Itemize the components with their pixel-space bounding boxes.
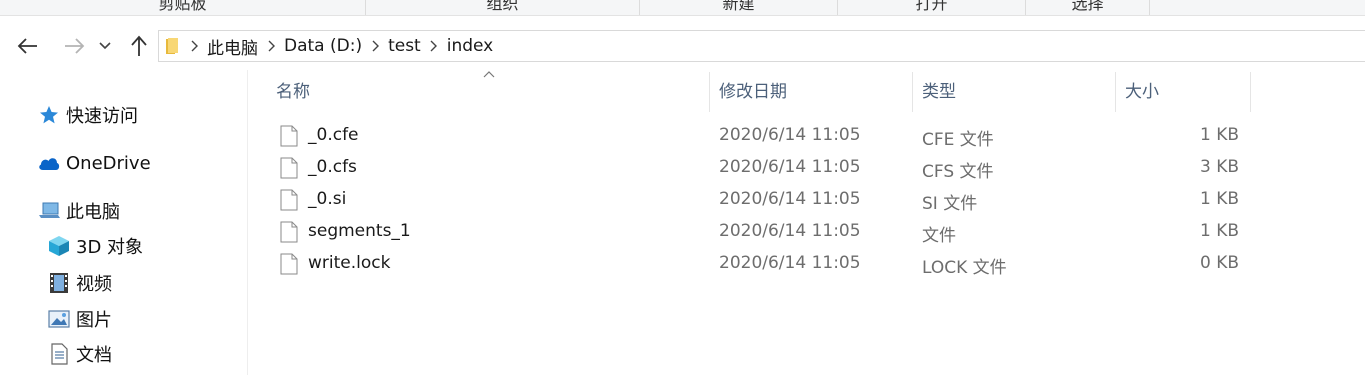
file-size: 1 KB xyxy=(1199,221,1239,241)
chevron-right-icon[interactable] xyxy=(189,39,199,53)
file-row[interactable]: write.lock 2020/6/14 11:05 LOCK 文件 0 KB xyxy=(270,249,1250,281)
file-name: write.lock xyxy=(308,253,391,273)
sidebar-item-label: 视频 xyxy=(76,274,112,295)
file-date: 2020/6/14 11:05 xyxy=(719,253,861,273)
address-bar[interactable]: 此电脑 Data (D:) test index xyxy=(158,30,1365,62)
file-icon xyxy=(280,189,298,211)
ribbon-group-label: 选择 xyxy=(1071,0,1104,13)
file-name: _0.cfs xyxy=(308,157,357,177)
file-size: 0 KB xyxy=(1199,253,1239,273)
file-type: SI 文件 xyxy=(922,194,978,214)
chevron-right-icon[interactable] xyxy=(429,39,439,53)
ribbon-group-organize[interactable]: 组织 xyxy=(366,0,640,15)
sidebar-item-label: OneDrive xyxy=(66,152,151,174)
video-icon xyxy=(48,272,70,294)
breadcrumb-this-pc[interactable]: 此电脑 xyxy=(207,34,258,59)
file-type: LOCK 文件 xyxy=(922,258,1007,278)
column-header-size[interactable]: 大小 xyxy=(1125,72,1250,112)
file-date: 2020/6/14 11:05 xyxy=(719,189,861,209)
forward-button[interactable] xyxy=(62,34,86,58)
ribbon-group-label: 组织 xyxy=(486,0,519,13)
computer-icon xyxy=(38,200,60,222)
file-size: 1 KB xyxy=(1199,125,1239,145)
file-icon xyxy=(280,157,298,179)
star-icon xyxy=(38,104,60,126)
chevron-right-icon[interactable] xyxy=(370,39,380,53)
sidebar-item-label: 3D 对象 xyxy=(76,237,144,258)
arrow-right-icon xyxy=(65,38,85,54)
chevron-down-icon xyxy=(99,42,111,50)
sidebar-item-documents[interactable]: 文档 xyxy=(48,341,112,367)
arrow-up-icon xyxy=(131,35,147,56)
column-divider[interactable] xyxy=(1115,72,1116,112)
navigation-bar: 此电脑 Data (D:) test index xyxy=(0,26,1365,68)
column-header-type[interactable]: 类型 xyxy=(922,72,1112,112)
file-row[interactable]: _0.si 2020/6/14 11:05 SI 文件 1 KB xyxy=(270,185,1250,217)
cube-icon xyxy=(48,235,70,257)
file-date: 2020/6/14 11:05 xyxy=(719,125,861,145)
file-size: 1 KB xyxy=(1199,189,1239,209)
file-row[interactable]: _0.cfe 2020/6/14 11:05 CFE 文件 1 KB xyxy=(270,121,1250,153)
column-divider[interactable] xyxy=(1250,72,1251,112)
document-icon xyxy=(48,343,70,365)
file-icon xyxy=(280,221,298,243)
sidebar-item-label: 文档 xyxy=(76,345,112,366)
arrow-left-icon xyxy=(17,38,37,54)
ribbon-group-label: 剪贴板 xyxy=(158,0,207,13)
sidebar-item-quick-access[interactable]: 快速访问 xyxy=(38,102,138,128)
file-icon xyxy=(280,125,298,147)
file-row[interactable]: _0.cfs 2020/6/14 11:05 CFS 文件 3 KB xyxy=(270,153,1250,185)
file-size: 3 KB xyxy=(1199,157,1239,177)
sidebar-item-label: 此电脑 xyxy=(66,202,120,223)
file-type: CFS 文件 xyxy=(922,162,994,182)
file-date: 2020/6/14 11:05 xyxy=(719,157,861,177)
column-headers: 名称 修改日期 类型 大小 xyxy=(260,72,1260,112)
ribbon: 剪贴板 组织 新建 打开 选择 xyxy=(0,0,1365,16)
column-header-date[interactable]: 修改日期 xyxy=(719,72,909,112)
file-row[interactable]: segments_1 2020/6/14 11:05 文件 1 KB xyxy=(270,217,1250,249)
sidebar-item-this-pc[interactable]: 此电脑 xyxy=(38,198,120,224)
back-button[interactable] xyxy=(16,34,40,58)
sidebar-item-3d-objects[interactable]: 3D 对象 xyxy=(48,233,143,259)
column-header-name[interactable]: 名称 xyxy=(276,72,706,112)
ribbon-group-label: 打开 xyxy=(915,0,948,13)
navigation-pane: 快速访问 OneDrive 此电脑 3D 对象 视频 图片 文档 xyxy=(0,70,248,375)
ribbon-group-new[interactable]: 新建 xyxy=(640,0,838,15)
sidebar-item-label: 图片 xyxy=(76,310,112,331)
sidebar-item-label: 快速访问 xyxy=(66,106,138,127)
ribbon-group-clipboard[interactable]: 剪贴板 xyxy=(0,0,366,15)
picture-icon xyxy=(48,308,70,330)
up-button[interactable] xyxy=(127,34,151,58)
chevron-right-icon[interactable] xyxy=(266,39,276,53)
file-type: 文件 xyxy=(922,226,956,246)
breadcrumb-drive[interactable]: Data (D:) xyxy=(284,36,362,56)
recent-locations-button[interactable] xyxy=(97,34,113,58)
breadcrumb-index[interactable]: index xyxy=(447,36,494,56)
cloud-icon xyxy=(38,152,60,174)
ribbon-group-select[interactable]: 选择 xyxy=(1026,0,1150,15)
file-date: 2020/6/14 11:05 xyxy=(719,221,861,241)
file-icon xyxy=(280,253,298,275)
file-name: _0.si xyxy=(308,189,347,209)
file-type: CFE 文件 xyxy=(922,130,994,150)
sidebar-item-onedrive[interactable]: OneDrive xyxy=(38,150,151,176)
breadcrumb-test[interactable]: test xyxy=(388,36,421,56)
column-divider[interactable] xyxy=(709,72,710,112)
sidebar-item-videos[interactable]: 视频 xyxy=(48,270,112,296)
ribbon-group-open[interactable]: 打开 xyxy=(838,0,1026,15)
file-name: segments_1 xyxy=(308,221,411,241)
sidebar-item-pictures[interactable]: 图片 xyxy=(48,306,112,332)
file-name: _0.cfe xyxy=(308,125,359,145)
column-divider[interactable] xyxy=(912,72,913,112)
folder-icon xyxy=(166,38,178,54)
ribbon-group-label: 新建 xyxy=(722,0,755,13)
